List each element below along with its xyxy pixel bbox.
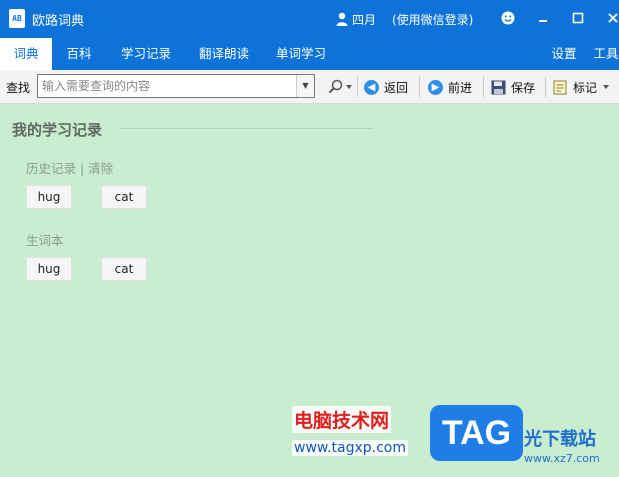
forward-button[interactable]: ▶ 前进: [428, 76, 472, 98]
search-options-chevron-icon[interactable]: [346, 85, 352, 89]
tools-menu[interactable]: 工具: [588, 38, 619, 70]
title-divider: [120, 128, 373, 129]
toolbar-divider: [483, 77, 484, 97]
page-title: 我的学习记录: [12, 121, 103, 139]
back-arrow-icon: ◀: [364, 79, 379, 95]
back-label: 返回: [384, 80, 409, 95]
tab-word-study[interactable]: 单词学习: [267, 38, 335, 70]
history-word-chip[interactable]: cat: [101, 185, 147, 209]
save-button[interactable]: 保存: [491, 76, 535, 98]
history-separator: |: [80, 161, 85, 176]
tab-dictionary[interactable]: 词典: [0, 38, 52, 70]
user-icon[interactable]: [336, 12, 348, 26]
vocab-label: 生词本: [26, 233, 64, 248]
close-icon[interactable]: [604, 9, 619, 27]
tab-encyclopedia[interactable]: 百科: [56, 38, 102, 70]
tab-study-records[interactable]: 学习记录: [112, 38, 180, 70]
save-label: 保存: [511, 80, 536, 95]
title-bar: AB 欧路词典 四月 (使用微信登录): [0, 0, 619, 38]
toolbar-divider: [545, 77, 546, 97]
settings-menu[interactable]: 设置: [546, 38, 582, 70]
back-button[interactable]: ◀ 返回: [364, 76, 408, 98]
app-logo-icon: AB: [9, 9, 25, 28]
forward-label: 前进: [448, 80, 473, 95]
forward-arrow-icon: ▶: [428, 79, 443, 95]
clear-history-link[interactable]: 清除: [88, 161, 113, 176]
tab-translate-read[interactable]: 翻译朗读: [190, 38, 258, 70]
window-title: 欧路词典: [32, 14, 85, 29]
watermark-site-url: www.tagxp.com: [292, 440, 408, 456]
watermark-tag-logo: TAG: [430, 405, 523, 461]
search-box: ▼: [37, 74, 315, 98]
watermark-site-name: 电脑技术网: [292, 406, 392, 433]
toolbar-divider: [357, 77, 358, 97]
search-history-dropdown[interactable]: ▼: [296, 75, 314, 97]
login-hint[interactable]: (使用微信登录): [392, 11, 473, 28]
history-label: 历史记录: [26, 161, 77, 176]
toolbar-divider: [419, 77, 420, 97]
bookmark-note-icon: [553, 80, 567, 94]
vocab-word-chip[interactable]: cat: [101, 257, 147, 281]
maximize-icon[interactable]: [569, 9, 587, 27]
find-label: 查找: [6, 81, 31, 95]
bookmark-chevron-icon[interactable]: [603, 85, 610, 89]
save-disk-icon: [491, 80, 506, 94]
watermark-partner-name: 光下载站: [524, 429, 596, 450]
watermark-partner-url: www.xz7.com: [524, 452, 600, 465]
toolbar: 查找 ▼ ◀ 返回 ▶ 前进 保存 标记: [0, 70, 619, 104]
bookmark-button[interactable]: 标记: [553, 76, 610, 98]
user-name[interactable]: 四月: [352, 11, 376, 28]
vocab-word-chip[interactable]: hug: [26, 257, 72, 281]
search-icon[interactable]: [327, 78, 345, 96]
smiley-icon[interactable]: [499, 9, 517, 27]
minimize-icon[interactable]: [534, 9, 552, 27]
bookmark-label: 标记: [573, 80, 598, 95]
nav-bar: 词典 百科 学习记录 翻译朗读 单词学习 设置 工具: [0, 38, 619, 70]
history-word-chip[interactable]: hug: [26, 185, 72, 209]
history-header: 历史记录 | 清除: [26, 158, 113, 177]
search-input[interactable]: [40, 76, 298, 96]
